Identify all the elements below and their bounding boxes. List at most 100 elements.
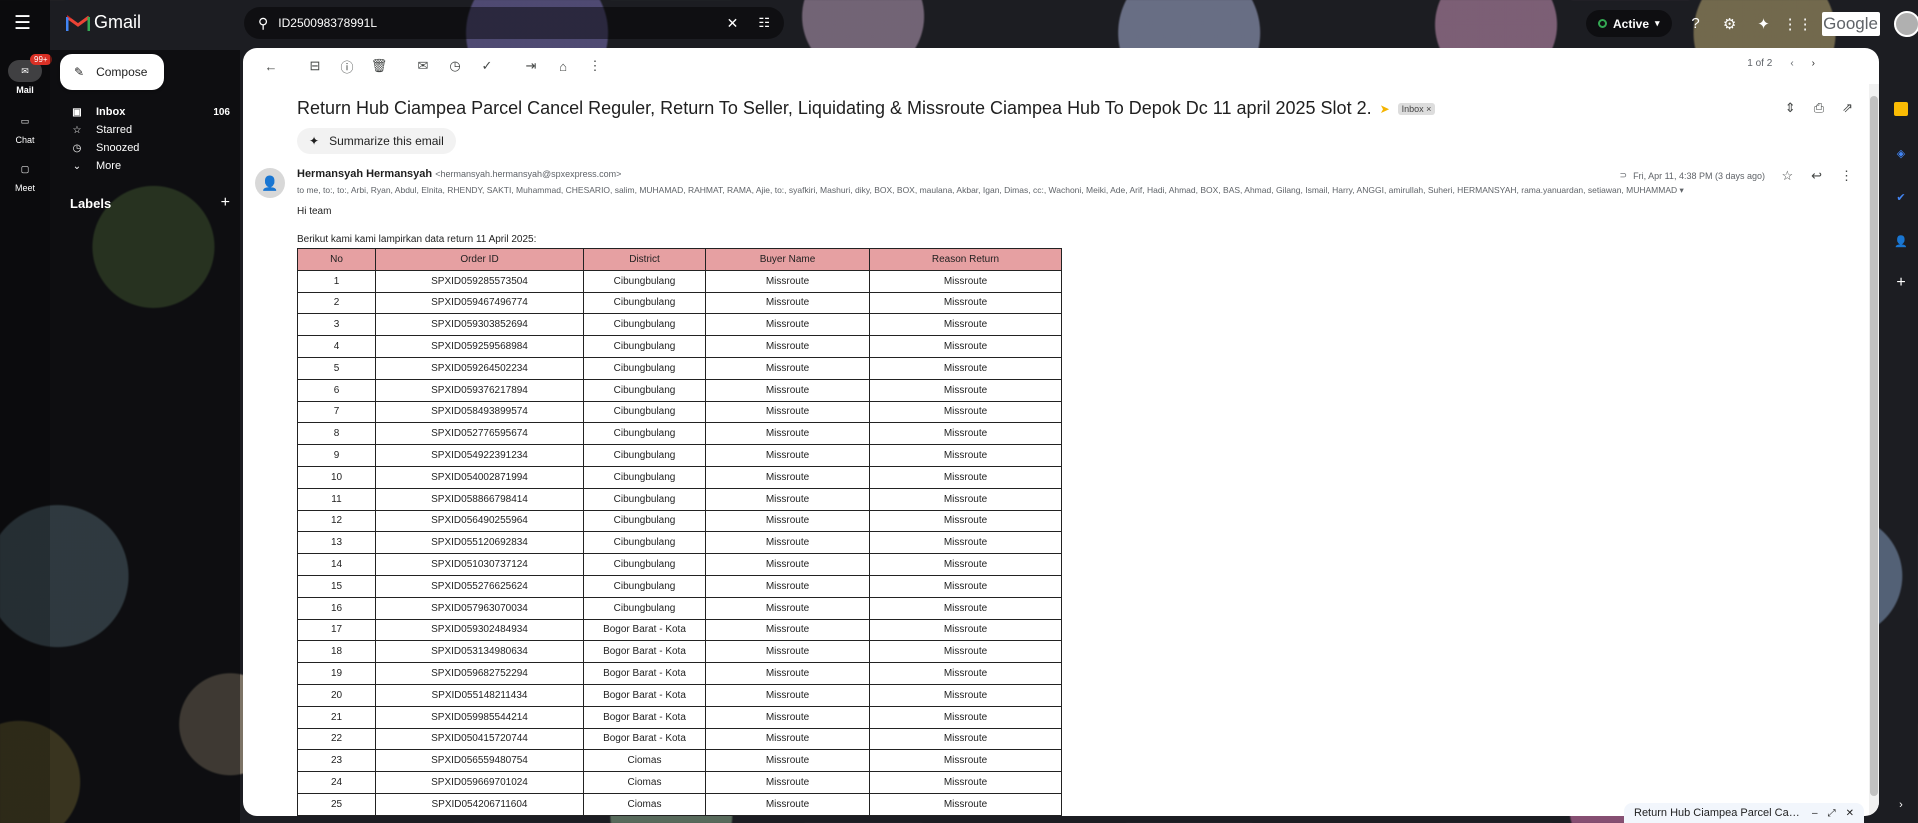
more-vert-icon[interactable]: ⋮ xyxy=(579,52,611,80)
table-cell: SPXID053134980634 xyxy=(375,640,584,664)
side-panel-rail: ◈ ✔ 👤 + › xyxy=(1884,90,1918,823)
print-icon[interactable]: ⎙ xyxy=(1814,100,1824,116)
table-cell: Missroute xyxy=(705,771,870,794)
status-button[interactable]: Active ▾ xyxy=(1586,10,1672,37)
table-cell: SPXID059985544214 xyxy=(375,705,584,729)
table-cell: 4 xyxy=(297,335,376,358)
table-cell: Cibungbulang xyxy=(583,509,706,533)
table-cell: Missroute xyxy=(705,335,870,358)
avatar[interactable] xyxy=(1893,10,1918,37)
close-icon[interactable]: ✕ xyxy=(1846,808,1854,819)
table-cell: Missroute xyxy=(705,683,870,707)
contacts-icon[interactable]: 👤 xyxy=(1894,234,1908,248)
table-cell: SPXID052776595674 xyxy=(375,422,584,446)
chevron-down-icon[interactable]: ▾ xyxy=(1680,185,1684,195)
table-cell: 23 xyxy=(297,749,376,773)
add-addon-icon[interactable]: + xyxy=(1894,274,1908,291)
snooze-icon[interactable]: ◷ xyxy=(439,52,471,80)
reply-icon[interactable]: ↩ xyxy=(1811,168,1822,184)
apps-grid-icon[interactable]: ⋮⋮ xyxy=(1783,14,1813,34)
col-header: Reason Return xyxy=(869,248,1062,271)
mark-unread-icon[interactable]: ✉ xyxy=(407,52,439,80)
table-cell: Missroute xyxy=(705,400,870,424)
table-cell: SPXID058493899574 xyxy=(375,400,584,424)
compose-label: Compose xyxy=(96,65,148,79)
back-arrow-icon[interactable]: ← xyxy=(255,52,287,80)
table-cell: Ciomas xyxy=(583,771,706,794)
tasks-icon[interactable]: ✔ xyxy=(1894,190,1908,204)
summarize-label: Summarize this email xyxy=(329,134,444,148)
calendar-icon[interactable] xyxy=(1894,102,1908,116)
google-account-logo[interactable]: Google xyxy=(1821,11,1880,36)
chevron-left-icon[interactable]: ‹ xyxy=(1790,58,1793,69)
important-marker-icon[interactable]: ➤ xyxy=(1380,102,1390,116)
table-cell: Missroute xyxy=(705,487,870,511)
search-bar[interactable]: ⚲ ID250098378991L ✕ ☷ xyxy=(244,7,784,39)
table-cell: Cibungbulang xyxy=(583,356,706,380)
filter-icon[interactable]: ☷ xyxy=(758,15,770,31)
table-cell: Missroute xyxy=(869,727,1062,751)
table-cell: SPXID056490255964 xyxy=(375,509,584,533)
search-icon[interactable]: ⚲ xyxy=(258,15,268,32)
table-cell: Missroute xyxy=(869,335,1062,358)
table-cell: Missroute xyxy=(869,313,1062,337)
search-input[interactable]: ID250098378991L xyxy=(278,16,726,30)
nav-more[interactable]: ⌄ More xyxy=(70,157,230,175)
mail-icon: ✉ xyxy=(21,65,29,76)
expand-icon[interactable]: ⤢ xyxy=(1828,808,1836,819)
label-icon[interactable]: ⌂ xyxy=(547,52,579,80)
star-icon[interactable]: ☆ xyxy=(1781,168,1793,184)
chat-icon: ▭ xyxy=(20,115,30,126)
table-cell: Missroute xyxy=(705,356,870,380)
table-row: 1 SPXID059285573504 Cibungbulang Missroute M… xyxy=(297,269,1062,293)
table-cell: SPXID054922391234 xyxy=(375,444,584,467)
gmail-logo[interactable]: Gmail xyxy=(66,12,141,33)
nav-starred[interactable]: ☆ Starred xyxy=(70,121,230,139)
inbox-label-chip[interactable]: Inbox × xyxy=(1397,102,1436,115)
main-menu-icon[interactable]: ☰ xyxy=(14,14,36,34)
table-cell: Missroute xyxy=(705,313,870,337)
inbox-count: 106 xyxy=(213,106,230,118)
nav-inbox[interactable]: ▣ Inbox 106 xyxy=(70,103,230,121)
table-row: 13 SPXID055120692834 Cibungbulang Missroute… xyxy=(297,531,1062,555)
sender-name[interactable]: Hermansyah Hermansyah xyxy=(297,168,432,180)
add-label-icon[interactable]: + xyxy=(221,195,230,211)
keep-icon[interactable]: ◈ xyxy=(1894,146,1908,160)
scrollbar[interactable] xyxy=(1869,84,1879,816)
table-cell: Missroute xyxy=(869,749,1062,773)
gemini-icon[interactable]: ✦ xyxy=(1754,14,1774,34)
minimize-icon[interactable]: – xyxy=(1812,808,1818,819)
table-cell: 16 xyxy=(297,596,376,620)
collapse-panel-icon[interactable]: › xyxy=(1894,798,1908,812)
chevron-right-icon[interactable]: › xyxy=(1812,58,1815,69)
sender-avatar: 👤 xyxy=(255,168,285,198)
table-cell: 18 xyxy=(297,640,376,664)
summarize-button[interactable]: ✦ Summarize this email xyxy=(297,128,456,154)
recipients-line[interactable]: to me, to:, to:, Arbi, Ryan, Abdul, Elni… xyxy=(297,185,1747,196)
report-spam-icon[interactable]: ⓘ xyxy=(331,52,363,80)
table-cell: 21 xyxy=(297,705,376,729)
rail-chat[interactable]: ▭ Chat xyxy=(0,110,50,146)
rail-meet[interactable]: ▢ Meet xyxy=(0,158,50,194)
table-row: 19 SPXID059682752294 Bogor Barat - Kota Mis… xyxy=(297,662,1062,685)
expand-all-icon[interactable]: ⇕ xyxy=(1785,100,1796,116)
archive-icon[interactable]: ⊟ xyxy=(299,52,331,80)
table-row: 7 SPXID058493899574 Cibungbulang Missroute M… xyxy=(297,400,1062,424)
nav-snoozed[interactable]: ◷ Snoozed xyxy=(70,139,230,157)
move-to-icon[interactable]: ⇥ xyxy=(515,52,547,80)
compose-button[interactable]: ✎ Compose xyxy=(60,54,164,90)
table-row: 21 SPXID059985544214 Bogor Barat - Kota Mis… xyxy=(297,705,1062,729)
table-cell: 9 xyxy=(297,444,376,467)
table-cell: SPXID055276625624 xyxy=(375,574,584,598)
gear-icon[interactable]: ⚙ xyxy=(1720,14,1740,34)
help-icon[interactable]: ? xyxy=(1686,14,1706,34)
labels-heading: Labels + xyxy=(70,195,230,212)
minimized-message-window[interactable]: Return Hub Ciampea Parcel Canc... – ⤢ ✕ xyxy=(1624,803,1864,823)
open-new-window-icon[interactable]: ⇗ xyxy=(1842,100,1853,116)
more-vert-icon[interactable]: ⋮ xyxy=(1840,168,1853,184)
add-task-icon[interactable]: ✓ xyxy=(471,52,503,80)
rail-mail[interactable]: ✉ 99+ Mail xyxy=(0,54,52,95)
sender-line: Hermansyah Hermansyah <hermansyah.herman… xyxy=(297,168,621,180)
clear-search-icon[interactable]: ✕ xyxy=(727,15,739,32)
trash-icon[interactable]: 🗑 xyxy=(363,52,395,80)
